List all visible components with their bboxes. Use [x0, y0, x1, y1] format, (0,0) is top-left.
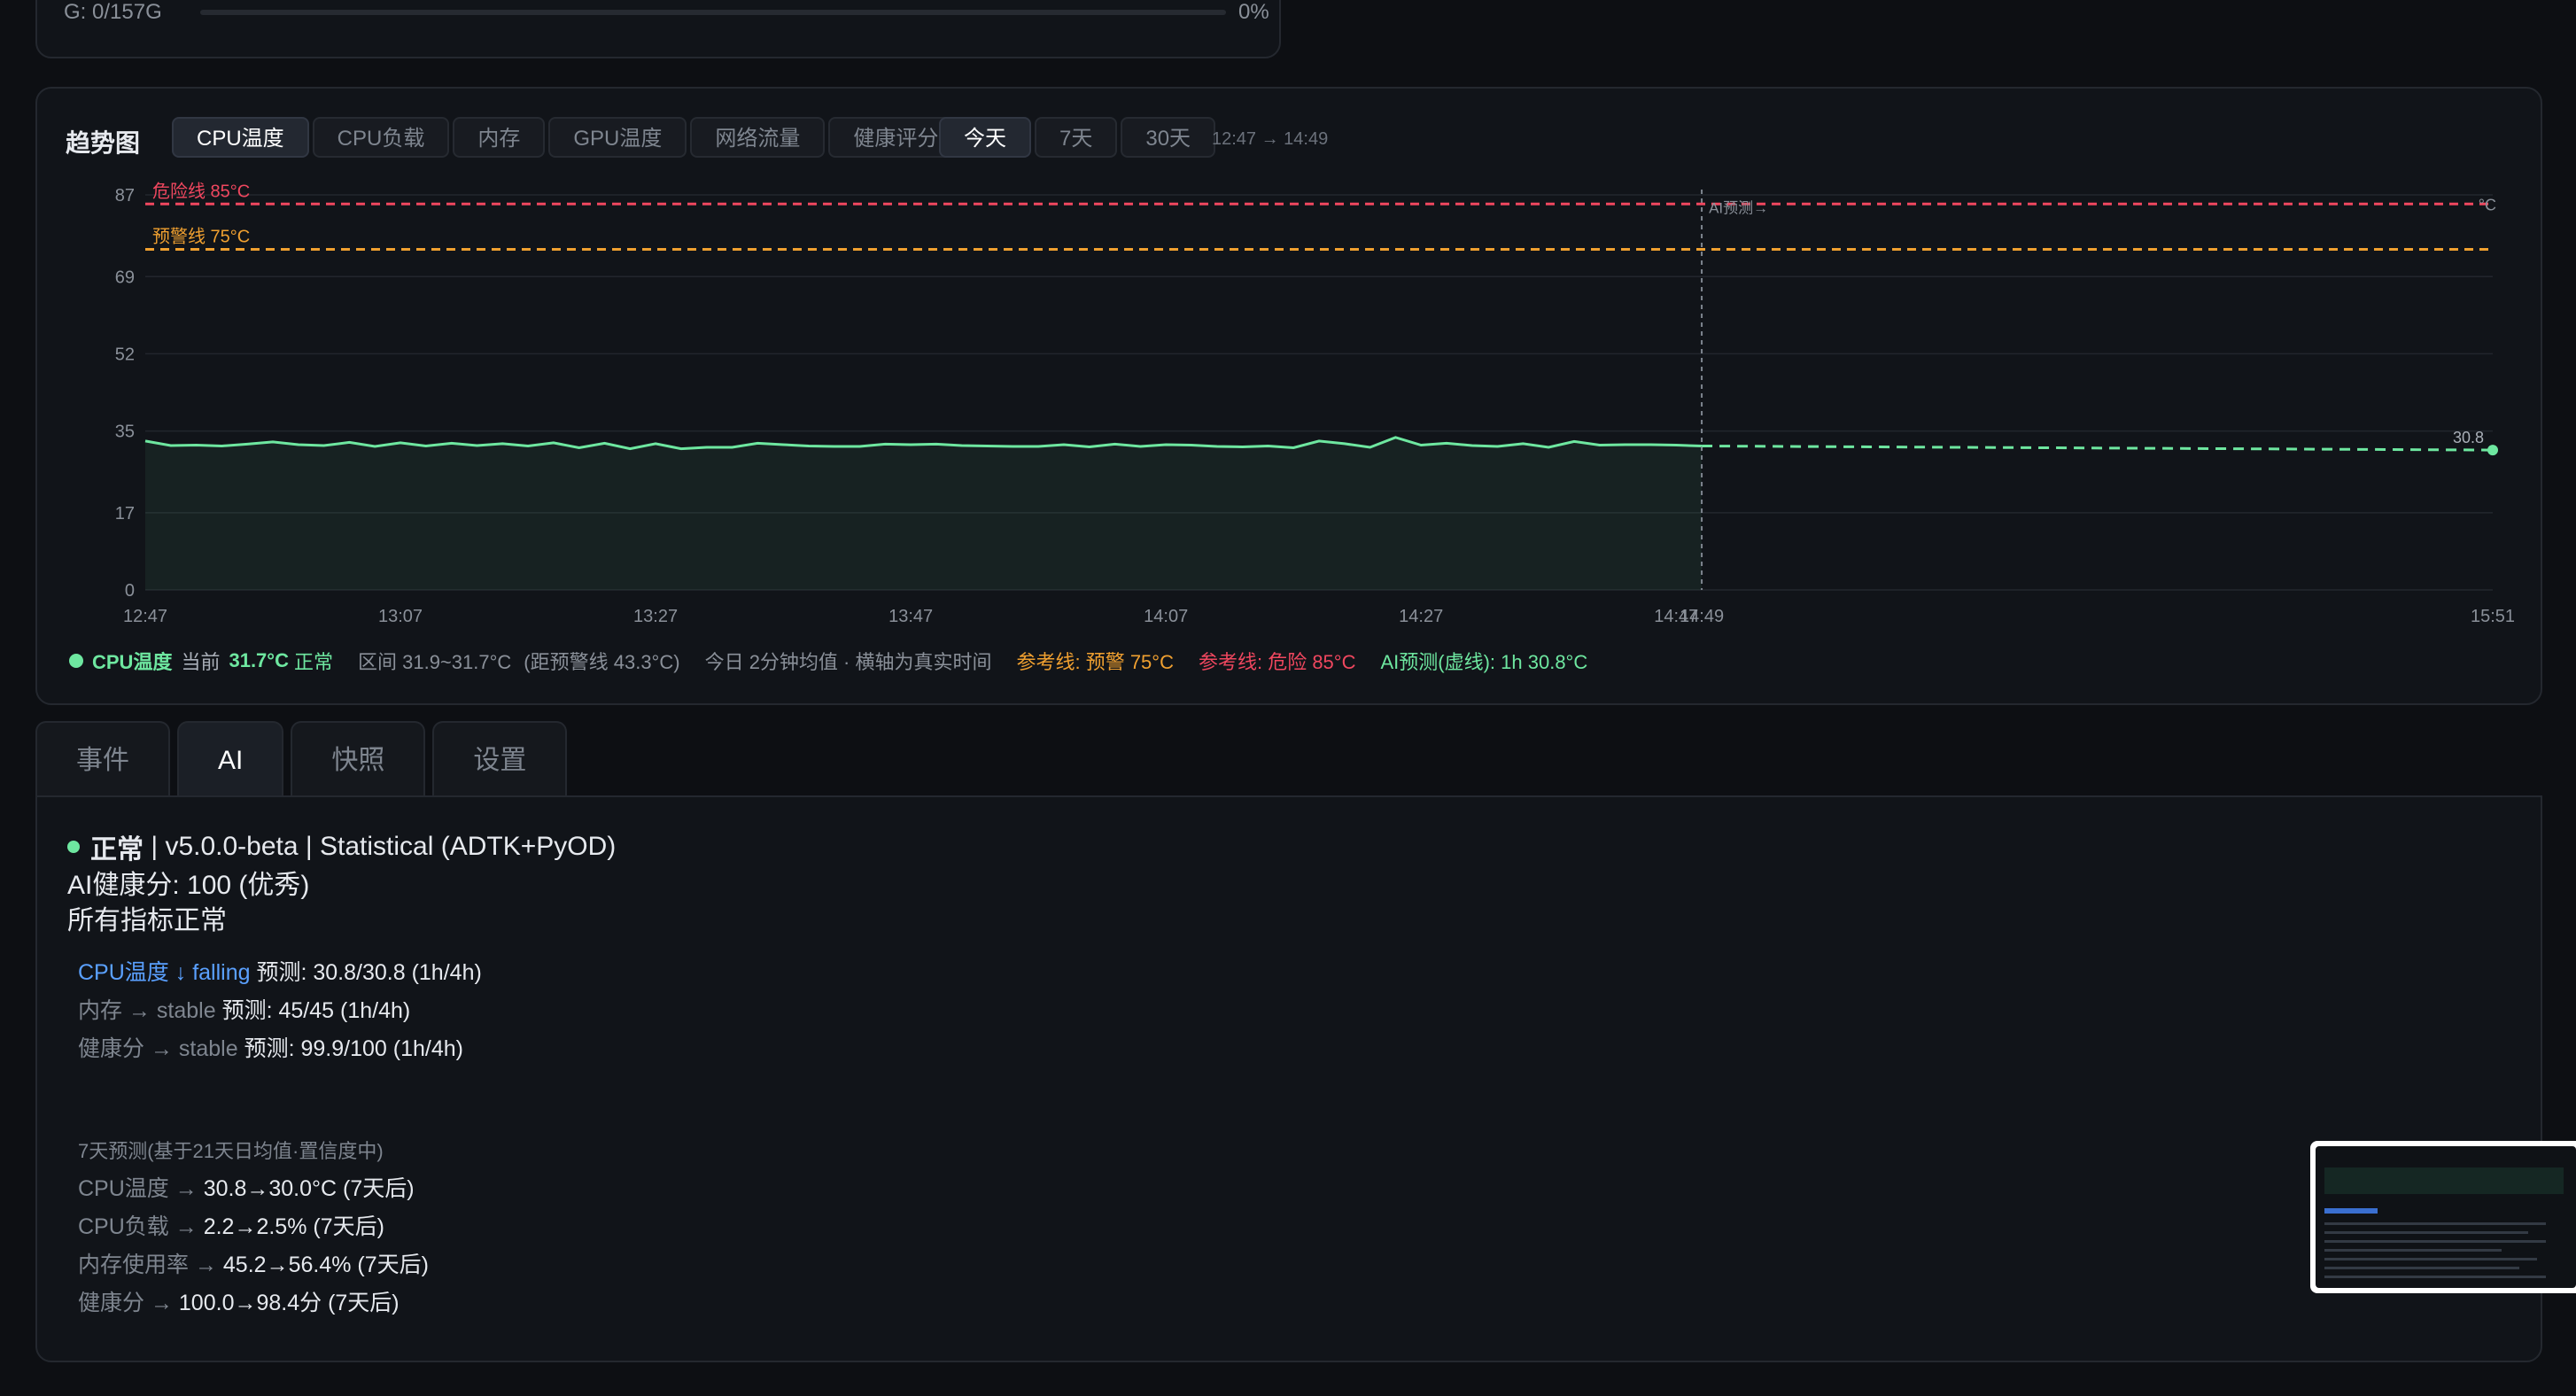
forecast7-metric: 健康分 →	[78, 1291, 173, 1315]
trend-forecast: 预测: 99.9/100 (1h/4h)	[244, 1036, 463, 1061]
trend-row-memory: 内存 → stable 预测: 45/45 (1h/4h)	[78, 993, 410, 1025]
x-tick-label: 14:49	[1680, 607, 1724, 626]
legend-current-prefix: 当前	[181, 651, 221, 673]
gpu-memory-row: G: 0/157G 0%	[64, 0, 1269, 25]
gpu-memory-bar	[200, 10, 1226, 15]
tab-ai[interactable]: AI	[177, 721, 284, 797]
forecast7-title: 7天预测(基于21天日均值·置信度中)	[78, 1140, 384, 1162]
x-tick-label: 13:07	[378, 607, 423, 626]
legend-current-value: 31.7°C	[229, 649, 289, 671]
trend-row-health: 健康分 → stable 预测: 99.9/100 (1h/4h)	[78, 1031, 463, 1063]
series-line-ai-forecast	[1702, 444, 2494, 452]
forecast7-row: 健康分 → 100.0→98.4分 (7天后)	[78, 1285, 400, 1317]
danger-line-label: 危险线 85°C	[152, 181, 250, 201]
trend-arrow-icon: →	[128, 998, 151, 1023]
forecast7-row: 内存使用率 → 45.2→56.4% (7天后)	[78, 1247, 429, 1279]
forecast7-value: 45.2→56.4% (7天后)	[222, 1253, 429, 1277]
ai-panel: 正常 | v5.0.0-beta | Statistical (ADTK+PyO…	[35, 795, 2542, 1362]
y-tick-label: 35	[115, 423, 135, 442]
x-tick-label: 15:51	[2471, 607, 2515, 626]
x-tick-label: 12:47	[123, 607, 167, 626]
trend-arrow-icon: ↓	[175, 960, 187, 985]
ai-version: | v5.0.0-beta | Statistical (ADTK+PyOD)	[144, 832, 617, 861]
memory-card: G: 0/157G 0%	[35, 0, 1281, 58]
trend-row-cpu-temp: CPU温度 ↓ falling 预测: 30.8/30.8 (1h/4h)	[78, 955, 482, 987]
y-tick-label: 69	[115, 268, 135, 287]
forecast-annotation: AI预测→	[1709, 199, 1768, 216]
forecast7-metric: 内存使用率 →	[78, 1253, 217, 1277]
ai-status: 正常	[90, 835, 144, 865]
ai-summary: 所有指标正常	[67, 906, 227, 935]
trend-forecast: 预测: 30.8/30.8 (1h/4h)	[256, 960, 482, 985]
trend-forecast: 预测: 45/45 (1h/4h)	[221, 998, 411, 1023]
forecast7-metric: CPU温度 →	[78, 1176, 198, 1201]
trend-metric: 健康分	[78, 1036, 145, 1061]
warn-line-label: 预警线 75°C	[152, 227, 250, 247]
forecast7-value: 30.8→30.0°C (7天后)	[203, 1176, 415, 1201]
tab-events[interactable]: 事件	[35, 721, 170, 797]
forecast7-value: 2.2→2.5% (7天后)	[203, 1214, 384, 1239]
gpu-memory-percent: 0%	[1238, 0, 1269, 24]
legend-ref-warn: 参考线: 预警 75°C	[1016, 651, 1174, 673]
legend-note: 今日 2分钟均值 · 横轴为真实时间	[704, 651, 992, 673]
forecast7-row: CPU负载 → 2.2→2.5% (7天后)	[78, 1209, 384, 1241]
unit-label: °C	[2479, 196, 2496, 213]
trend-panel: 趋势图 CPU温度 CPU负载 内存 GPU温度 网络流量 健康评分 今天 7天…	[35, 87, 2542, 705]
y-tick-label: 87	[115, 186, 135, 206]
legend-dot-icon	[69, 654, 83, 668]
trend-direction: falling	[192, 960, 251, 985]
legend-status: 正常	[293, 651, 333, 673]
forecast7-metric: CPU负载 →	[78, 1214, 198, 1239]
series-area	[145, 437, 1703, 590]
trend-direction: stable	[178, 1036, 238, 1061]
forecast-end-point	[2487, 445, 2498, 456]
ai-status-line: 正常 | v5.0.0-beta | Statistical (ADTK+PyO…	[67, 827, 616, 866]
trend-metric: 内存	[78, 998, 123, 1023]
ai-health-score: AI健康分: 100 (优秀)	[67, 871, 310, 900]
legend-ai-forecast: AI预测(虚线): 1h 30.8°C	[1380, 651, 1588, 673]
x-tick-label: 13:47	[888, 607, 933, 626]
gpu-memory-label: G: 0/157G	[64, 0, 162, 24]
status-dot-icon	[67, 841, 80, 853]
legend-interval: 区间 31.9~31.7°C	[358, 651, 512, 673]
legend-metric: CPU温度	[92, 651, 173, 673]
trend-direction: stable	[156, 998, 216, 1023]
x-tick-label: 14:27	[1399, 607, 1443, 626]
x-tick-label: 13:27	[633, 607, 678, 626]
legend-ref-danger: 参考线: 危险 85°C	[1198, 651, 1356, 673]
forecast7-value: 100.0→98.4分 (7天后)	[178, 1291, 400, 1315]
trend-metric: CPU温度	[78, 960, 169, 985]
chart-legend: CPU温度 当前 31.7°C 正常 区间 31.9~31.7°C (距预警线 …	[69, 647, 1596, 675]
legend-distance: (距预警线 43.3°C)	[524, 651, 680, 673]
forecast-end-label: 30.8	[2453, 429, 2484, 446]
cpu-temp-chart: 0 17 35 52 69 87 12:47 13:07 13:27 13:47 14:07 14:2…	[115, 181, 2515, 626]
trend-arrow-icon: →	[150, 1036, 173, 1061]
screenshot-thumbnail[interactable]	[2310, 1141, 2576, 1293]
tab-settings[interactable]: 设置	[432, 721, 568, 797]
y-tick-label: 52	[115, 345, 135, 364]
y-tick-label: 17	[115, 504, 135, 524]
x-tick-label: 14:07	[1144, 607, 1188, 626]
forecast7-row: CPU温度 → 30.8→30.0°C (7天后)	[78, 1171, 415, 1203]
thumbnail-preview	[2316, 1146, 2576, 1288]
bottom-tabs: 事件 AI 快照 设置	[35, 721, 574, 797]
y-tick-label: 0	[125, 581, 135, 601]
tab-snapshot[interactable]: 快照	[291, 721, 426, 797]
